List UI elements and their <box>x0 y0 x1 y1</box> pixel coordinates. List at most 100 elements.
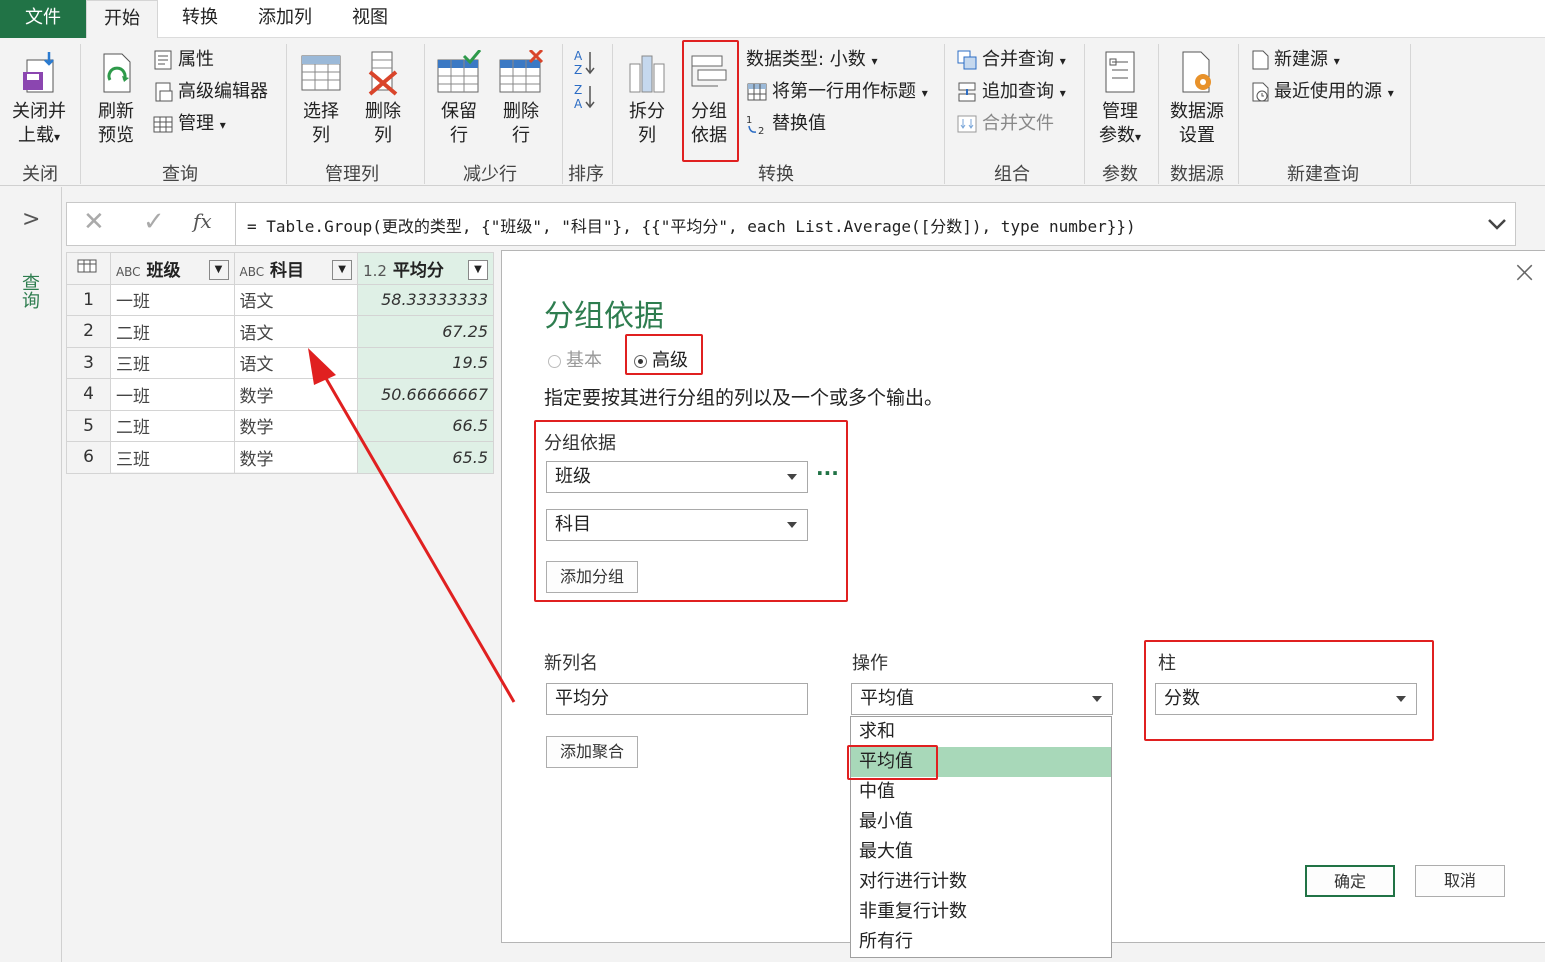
dialog-title: 分组依据 <box>544 299 664 334</box>
operation-option-sum[interactable]: 求和 <box>851 717 1111 747</box>
cell[interactable]: 数学 <box>233 441 359 474</box>
cell[interactable]: 二班 <box>109 315 235 348</box>
queries-pane: > 查询 <box>0 187 62 962</box>
close-icon[interactable]: × <box>1512 255 1537 290</box>
cell[interactable]: 数学 <box>233 378 359 411</box>
tab-view[interactable]: 视图 <box>342 0 398 38</box>
cell[interactable]: 数学 <box>233 409 359 442</box>
ok-button[interactable]: 确定 <box>1305 865 1395 897</box>
chevron-down-icon <box>1092 696 1102 702</box>
radio-basic-label: 基本 <box>566 350 602 371</box>
tab-transform[interactable]: 转换 <box>172 0 228 38</box>
operation-option-max[interactable]: 最大值 <box>851 837 1111 867</box>
operation-select-value: 平均值 <box>860 688 914 709</box>
cancel-formula-icon[interactable]: ✕ <box>83 207 105 237</box>
group-manage-columns-label: 管理列 <box>325 164 379 185</box>
table-icon <box>153 116 173 133</box>
operation-option-count-distinct[interactable]: 非重复行计数 <box>851 897 1111 927</box>
row-number[interactable]: 4 <box>66 378 111 411</box>
remove-columns-button[interactable]: 删除 列 <box>358 50 408 148</box>
recent-sources-button[interactable]: 最近使用的源 ▾ <box>1250 78 1394 106</box>
replace-values-button[interactable]: 1 2 替换值 <box>746 110 826 138</box>
new-source-arrow: ▾ <box>1333 54 1340 68</box>
operation-select[interactable]: 平均值 <box>851 683 1113 715</box>
row-number[interactable]: 1 <box>66 283 111 316</box>
cell[interactable]: 语文 <box>233 315 359 348</box>
operation-option-count-rows[interactable]: 对行进行计数 <box>851 867 1111 897</box>
advanced-editor-icon <box>155 82 173 102</box>
column-header-class[interactable]: ABC 班级 ▼ <box>109 252 235 285</box>
sort-descending-button[interactable]: ZA <box>574 82 596 111</box>
fx-icon[interactable]: fx <box>193 209 212 233</box>
recent-sources-label: 最近使用的源 <box>1274 81 1382 102</box>
close-and-load-button[interactable]: 关闭并 上载▾ <box>6 50 72 149</box>
cell[interactable]: 三班 <box>109 441 235 474</box>
refresh-preview-button[interactable]: 刷新 预览 <box>88 50 144 148</box>
advanced-editor-button[interactable]: 高级编辑器 <box>152 78 268 106</box>
close-load-arrow: ▾ <box>53 130 61 144</box>
choose-columns-button[interactable]: 选择 列 <box>296 50 346 148</box>
data-source-settings-button[interactable]: 数据源 设置 <box>1164 50 1230 148</box>
cell[interactable]: 67.25 <box>357 315 494 348</box>
column-type-icon: ABC <box>239 264 265 279</box>
cell[interactable]: 三班 <box>109 346 235 379</box>
cell[interactable]: 二班 <box>109 409 235 442</box>
cell[interactable]: 58.33333333 <box>357 283 494 316</box>
replace-values-icon: 12 <box>746 115 764 135</box>
row-number[interactable]: 2 <box>66 315 111 348</box>
cell[interactable]: 66.5 <box>357 409 494 442</box>
cell[interactable]: 一班 <box>109 378 235 411</box>
add-aggregation-button[interactable]: 添加聚合 <box>546 736 638 768</box>
commit-formula-icon[interactable]: ✓ <box>143 207 165 237</box>
manage-parameters-label: 管理 参数 <box>1098 101 1138 146</box>
operation-option-min[interactable]: 最小值 <box>851 807 1111 837</box>
recent-sources-arrow: ▾ <box>1387 86 1394 100</box>
table-menu-icon[interactable] <box>66 252 111 285</box>
advanced-editor-label: 高级编辑器 <box>178 81 268 102</box>
cell[interactable]: 19.5 <box>357 346 494 379</box>
operation-option-median[interactable]: 中值 <box>851 777 1111 807</box>
first-row-header-button[interactable]: 将第一行用作标题 ▾ <box>746 78 928 106</box>
keep-rows-button[interactable]: 保留 行 <box>434 50 484 148</box>
filter-dropdown-icon[interactable]: ▼ <box>468 259 488 280</box>
table-header-row: ABC 班级 ▼ ABC 科目 ▼ 1.2 平均分 ▼ <box>66 252 494 285</box>
merge-queries-button[interactable]: 合并查询 ▾ <box>956 46 1066 74</box>
new-source-button[interactable]: 新建源 ▾ <box>1250 46 1340 74</box>
sort-ascending-button[interactable]: AZ <box>574 48 596 77</box>
row-number[interactable]: 6 <box>66 441 111 474</box>
tab-file[interactable]: 文件 <box>0 0 86 38</box>
manage-parameters-button[interactable]: 管理 参数▾ <box>1092 50 1148 149</box>
combine-files-button[interactable]: 合并文件 <box>956 110 1054 138</box>
new-column-name-input[interactable]: 平均分 <box>546 683 808 715</box>
tab-home[interactable]: 开始 <box>86 0 158 39</box>
filter-dropdown-icon[interactable]: ▼ <box>332 259 353 280</box>
row-number[interactable]: 3 <box>66 346 111 379</box>
data-type-label: 数据类型: 小数 <box>746 49 866 70</box>
filter-dropdown-icon[interactable]: ▼ <box>208 259 229 280</box>
manage-button[interactable]: 管理 ▾ <box>152 110 226 138</box>
column-name: 科目 <box>270 260 305 281</box>
column-header-average[interactable]: 1.2 平均分 ▼ <box>357 252 494 285</box>
cell[interactable]: 语文 <box>233 346 359 379</box>
append-arrow: ▾ <box>1059 86 1066 100</box>
chevron-down-icon[interactable] <box>1487 217 1507 231</box>
append-queries-button[interactable]: 追加查询 ▾ <box>956 78 1066 106</box>
tab-add-column[interactable]: 添加列 <box>248 0 322 38</box>
operation-option-all-rows[interactable]: 所有行 <box>851 927 1111 957</box>
cell[interactable]: 65.5 <box>357 441 494 474</box>
split-column-button[interactable]: 拆分 列 <box>622 50 672 148</box>
formula-input[interactable]: = Table.Group(更改的类型, {"班级", "科目"}, {{"平均… <box>247 213 1136 237</box>
row-number[interactable]: 5 <box>66 409 111 442</box>
cell[interactable]: 语文 <box>233 283 359 316</box>
table-row: 6 三班 数学 65.5 <box>66 441 494 474</box>
expand-pane-button[interactable]: > <box>22 207 40 232</box>
remove-rows-button[interactable]: 删除 行 <box>496 50 546 148</box>
cell[interactable]: 50.66666667 <box>357 378 494 411</box>
queries-pane-label[interactable]: 查询 <box>18 273 42 309</box>
cancel-button[interactable]: 取消 <box>1415 865 1505 897</box>
data-type-button[interactable]: 数据类型: 小数 ▾ <box>746 46 878 74</box>
properties-button[interactable]: 属性 <box>152 46 214 74</box>
cell[interactable]: 一班 <box>109 283 235 316</box>
radio-basic[interactable]: 基本 <box>548 346 602 372</box>
column-header-subject[interactable]: ABC 科目 ▼ <box>233 252 359 285</box>
